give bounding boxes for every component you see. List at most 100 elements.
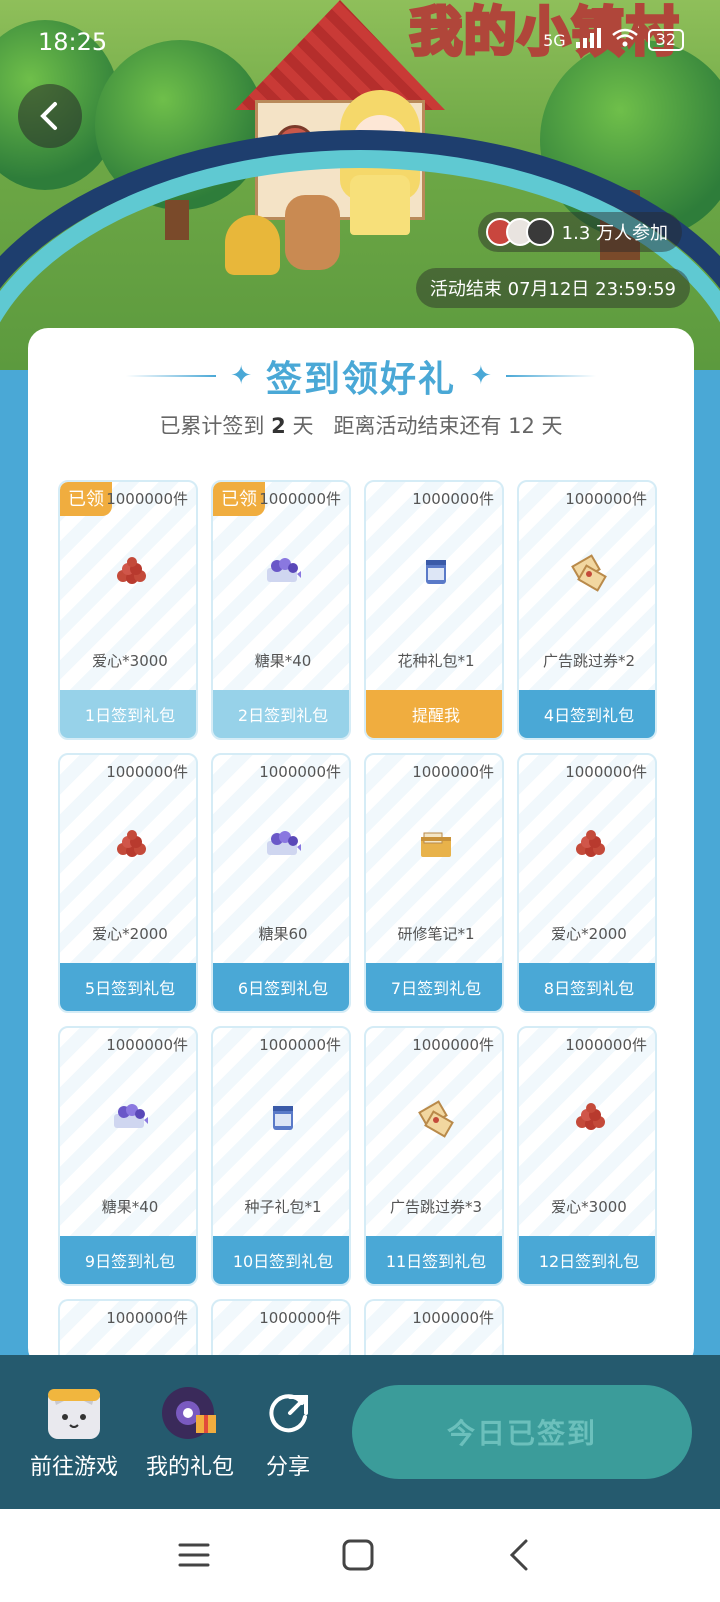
card-title: 签到领好礼 <box>265 359 456 400</box>
gift-card[interactable]: 1000000件 <box>211 1299 351 1359</box>
menu-icon[interactable] <box>174 1535 214 1575</box>
hearts-icon <box>569 825 609 865</box>
system-navigation-bar <box>0 1509 720 1602</box>
gift-stock: 1000000件 <box>106 1309 188 1327</box>
ticket-icon <box>416 1098 456 1138</box>
gift-name: 广告跳过券*2 <box>542 652 636 670</box>
hearts-icon <box>569 1098 609 1138</box>
gift-stock: 1000000件 <box>565 763 647 781</box>
notes-icon <box>416 825 456 865</box>
bottom-action-bar: 前往游戏 我的礼包 分享 今日已签到 <box>0 1355 720 1509</box>
gift-stock: 1000000件 <box>412 1036 494 1054</box>
gift-button[interactable]: 12日签到礼包 <box>519 1236 655 1284</box>
gift-name: 种子礼包*1 <box>244 1198 322 1216</box>
gift-stock: 1000000件 <box>412 763 494 781</box>
gift-button[interactable]: 10日签到礼包 <box>213 1236 349 1284</box>
participant-avatars <box>485 218 554 246</box>
gift-card[interactable]: 1000000件 糖果60 6日签到礼包 <box>211 753 351 1013</box>
event-end-time: 活动结束 07月12日 23:59:59 <box>415 268 690 308</box>
wifi-icon <box>611 28 638 52</box>
gift-name: 糖果*40 <box>254 652 312 670</box>
hearts-icon <box>110 552 150 592</box>
gift-bag-icon <box>162 1385 218 1441</box>
share-icon <box>260 1385 316 1441</box>
back-button[interactable] <box>18 84 82 148</box>
my-gifts-label: 我的礼包 <box>146 1455 235 1480</box>
gift-name: 花种礼包*1 <box>397 652 475 670</box>
battery-icon: 32 <box>647 29 684 51</box>
go-game-label: 前往游戏 <box>30 1455 119 1480</box>
home-icon[interactable] <box>338 1535 378 1575</box>
gift-name: 广告跳过券*3 <box>389 1198 483 1216</box>
candy-icon <box>263 552 303 592</box>
hearts-icon <box>110 825 150 865</box>
gift-name: 糖果*40 <box>101 1198 159 1216</box>
cat-icon <box>46 1385 102 1441</box>
gift-button[interactable]: 2日签到礼包 <box>213 690 349 738</box>
gift-card[interactable]: 1000000件种子礼包*1 10日签到礼包 <box>211 1026 351 1286</box>
chevron-left-icon <box>40 102 57 130</box>
ticket-icon <box>569 552 609 592</box>
gift-card[interactable]: 1000000件广告跳过券*3 11日签到礼包 <box>364 1026 504 1286</box>
gift-stock: 1000000件 <box>412 1309 494 1327</box>
signed-today-button[interactable]: 今日已签到 <box>352 1385 692 1479</box>
gift-stock: 1000000件 <box>106 1036 188 1054</box>
checkin-progress-text: 已累计签到 2 天 距离活动结束还有 12 天 <box>159 414 563 438</box>
gift-button[interactable]: 11日签到礼包 <box>366 1236 502 1284</box>
gift-button[interactable]: 6日签到礼包 <box>213 963 349 1011</box>
clock: 18:25 <box>38 28 108 56</box>
gift-card[interactable]: 1000000件 <box>58 1299 198 1359</box>
gift-stock: 1000000件 <box>259 1309 341 1327</box>
sparkle-icon: ✦ <box>470 361 492 391</box>
status-bar: 18:25 5G 32 <box>0 28 720 60</box>
days-signed-count: 2 <box>271 414 286 438</box>
gift-card[interactable]: 1000000件爱心*2000 5日签到礼包 <box>58 753 198 1013</box>
gift-button[interactable]: 7日签到礼包 <box>366 963 502 1011</box>
gift-card[interactable]: 已领 1000000件糖果*40 2日签到礼包 <box>211 480 351 740</box>
candy-icon <box>263 825 303 865</box>
gift-card[interactable]: 已领 1000000件爱心*3000 1日签到礼包 <box>58 480 198 740</box>
gift-button[interactable]: 4日签到礼包 <box>519 690 655 738</box>
gift-name: 研修笔记*1 <box>397 925 475 943</box>
gift-card[interactable]: 1000000件研修笔记*1 7日签到礼包 <box>364 753 504 1013</box>
gift-button[interactable]: 提醒我 <box>366 690 502 738</box>
claimed-tag: 已领 <box>213 482 265 516</box>
gift-card[interactable]: 1000000件爱心*3000 12日签到礼包 <box>517 1026 657 1286</box>
gift-button[interactable]: 1日签到礼包 <box>60 690 196 738</box>
gift-name: 爱心*2000 <box>551 925 627 943</box>
seed-pack-icon <box>416 552 456 592</box>
gift-name: 爱心*3000 <box>551 1198 627 1216</box>
seed-pack-icon <box>263 1098 303 1138</box>
gift-card[interactable]: 1000000件花种礼包*1 提醒我 <box>364 480 504 740</box>
gift-grid: 已领 1000000件 爱心*3000 1日签到礼包 已领 1000000件 糖果*40 2日… <box>58 480 664 1359</box>
network-label: 5G <box>543 30 566 50</box>
gift-stock: 1000000件 <box>106 763 188 781</box>
share-button[interactable]: 分享 <box>260 1385 316 1481</box>
gift-stock: 1000000件 <box>106 490 188 508</box>
sparkle-icon: ✦ <box>230 361 252 391</box>
gift-stock: 1000000件 <box>412 490 494 508</box>
gift-name: 爱心*2000 <box>92 925 168 943</box>
share-label: 分享 <box>265 1455 310 1480</box>
gift-stock: 1000000件 <box>259 763 341 781</box>
gift-stock: 1000000件 <box>259 490 341 508</box>
gift-button[interactable]: 5日签到礼包 <box>60 963 196 1011</box>
gift-name: 爱心*3000 <box>92 652 168 670</box>
participants-count: 1.3 万人参加 <box>561 223 668 244</box>
checkin-card: ✦ 签到领好礼 ✦ 已累计签到 2 天 距离活动结束还有 12 天 已领 1000… <box>28 328 694 1368</box>
gift-button[interactable]: 9日签到礼包 <box>60 1236 196 1284</box>
gift-stock: 1000000件 <box>565 490 647 508</box>
back-nav-icon[interactable] <box>500 1535 540 1575</box>
gift-card[interactable]: 1000000件爱心*2000 8日签到礼包 <box>517 753 657 1013</box>
gift-name: 糖果60 <box>258 925 308 943</box>
gift-card[interactable]: 1000000件 <box>364 1299 504 1359</box>
gift-stock: 1000000件 <box>565 1036 647 1054</box>
signal-icon <box>575 28 602 52</box>
gift-stock: 1000000件 <box>259 1036 341 1054</box>
go-game-button[interactable]: 前往游戏 <box>30 1385 118 1481</box>
claimed-tag: 已领 <box>60 482 112 516</box>
gift-card[interactable]: 1000000件广告跳过券*2 4日签到礼包 <box>517 480 657 740</box>
gift-card[interactable]: 1000000件糖果*40 9日签到礼包 <box>58 1026 198 1286</box>
gift-button[interactable]: 8日签到礼包 <box>519 963 655 1011</box>
my-gifts-button[interactable]: 我的礼包 <box>146 1385 234 1481</box>
